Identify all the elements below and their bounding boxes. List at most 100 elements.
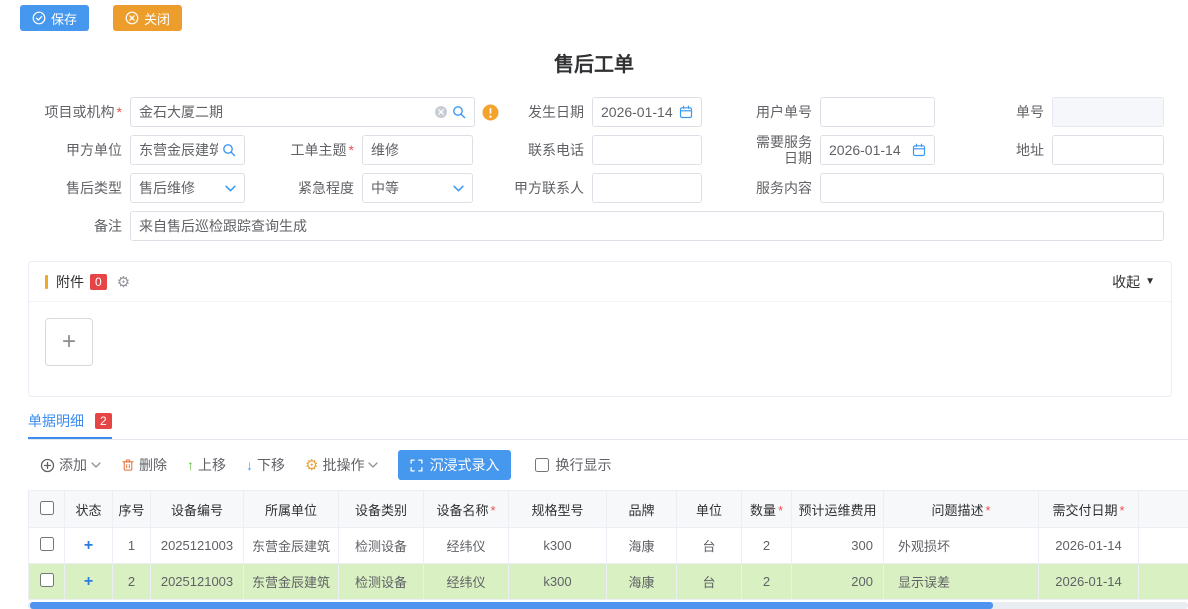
delete-button[interactable]: 删除 [121, 455, 167, 475]
row-checkbox-cell [29, 528, 65, 564]
wrap-display-toggle[interactable]: 换行显示 [535, 455, 611, 475]
remark-label: 备注 [20, 218, 130, 234]
form-row-4: 备注 [20, 211, 1188, 241]
upload-add-button[interactable]: + [45, 318, 93, 366]
add-row-icon[interactable]: + [84, 537, 93, 554]
circle-plus-icon [40, 458, 55, 473]
wrap-display-checkbox[interactable] [535, 458, 549, 472]
horizontal-scrollbar[interactable] [28, 602, 1188, 609]
add-row-icon[interactable]: + [84, 573, 93, 590]
address-label: 地址 [935, 142, 1052, 158]
party-a-contact-input[interactable] [592, 173, 702, 203]
gear-icon: ⚙ [305, 456, 318, 474]
clear-icon[interactable] [434, 105, 448, 119]
table-row-selected[interactable]: + 2 2025121003 东营金辰建筑 检测设备 经纬仪 k300 海康 台… [29, 564, 1188, 600]
row-checkbox[interactable] [40, 573, 54, 587]
detail-count-badge: 2 [95, 413, 112, 429]
service-date-input[interactable] [829, 142, 908, 158]
add-button[interactable]: 添加 [40, 455, 101, 475]
search-icon[interactable] [222, 143, 236, 157]
attachment-panel: 附件 0 ⚙ 收起 ▼ + [28, 261, 1172, 397]
cell-delivery-date: 2026-01-14 [1039, 564, 1139, 600]
cell-device-code: 2025121003 [151, 528, 244, 564]
check-circle-icon [32, 11, 46, 25]
party-a-input[interactable] [139, 142, 218, 158]
cell-unit: 台 [677, 528, 742, 564]
header-device-code: 设备编号 [151, 491, 244, 528]
tab-label: 单据明细 [28, 414, 84, 428]
phone-input[interactable] [592, 135, 702, 165]
calendar-icon[interactable] [912, 143, 926, 157]
remark-input[interactable] [130, 211, 1164, 241]
urgency-select[interactable]: 中等 [362, 173, 473, 203]
party-a-field[interactable] [130, 135, 245, 165]
attachment-body: + [29, 302, 1171, 396]
occur-date-label: 发生日期 [499, 104, 592, 120]
project-input[interactable] [139, 104, 430, 120]
cell-owner-unit: 东营金辰建筑 [244, 564, 339, 600]
detail-tabs: 单据明细 2 [28, 413, 1188, 440]
calendar-icon[interactable] [679, 105, 693, 119]
table-row[interactable]: + 1 2025121003 东营金辰建筑 检测设备 经纬仪 k300 海康 台… [29, 528, 1188, 564]
party-a-contact-label: 甲方联系人 [473, 180, 592, 196]
save-button[interactable]: 保存 [20, 5, 89, 31]
address-input[interactable] [1052, 135, 1164, 165]
form-row-3: 售后类型 售后维修 紧急程度 中等 甲方联系人 服务内容 [20, 173, 1188, 203]
cell-seq: 1 [113, 528, 151, 564]
chevron-down-icon [225, 185, 236, 192]
service-content-input[interactable] [820, 173, 1164, 203]
row-checkbox[interactable] [40, 537, 54, 551]
close-button[interactable]: 关闭 [113, 5, 182, 31]
top-action-bar: 保存 关闭 [0, 0, 1188, 32]
row-checkbox-cell [29, 564, 65, 600]
scrollbar-thumb[interactable] [30, 602, 993, 609]
cell-device-name: 经纬仪 [424, 564, 509, 600]
move-up-button[interactable]: ↑ 上移 [187, 455, 226, 475]
cell-owner-unit: 东营金辰建筑 [244, 528, 339, 564]
occur-date-field[interactable] [592, 97, 702, 127]
detail-toolbar: 添加 删除 ↑ 上移 ↓ 下移 ⚙ 批操作 沉浸式录入 换行显示 [28, 450, 1188, 480]
service-date-field[interactable] [820, 135, 935, 165]
aftersale-type-select[interactable]: 售后维修 [130, 173, 245, 203]
user-order-no-input[interactable] [820, 97, 935, 127]
gear-icon[interactable]: ⚙ [117, 273, 130, 291]
row-status-cell: + [65, 564, 113, 600]
attachment-title: 附件 [56, 272, 84, 292]
cell-brand: 海康 [607, 564, 677, 600]
search-icon[interactable] [452, 105, 466, 119]
header-delivery-date: 需交付日期* [1039, 491, 1139, 528]
urgency-label: 紧急程度 [245, 180, 362, 196]
cell-problem: 外观损坏 [884, 528, 1039, 564]
page-title: 售后工单 [0, 48, 1188, 77]
project-field[interactable] [130, 97, 475, 127]
urgency-value: 中等 [371, 178, 449, 198]
close-button-label: 关闭 [144, 9, 170, 28]
wrap-display-label: 换行显示 [555, 455, 611, 475]
arrow-down-icon: ↓ [246, 457, 253, 473]
form-row-2: 甲方单位 工单主题* 联系电话 需要服务日期 地址 [20, 135, 1188, 165]
move-down-button[interactable]: ↓ 下移 [246, 455, 285, 475]
collapse-toggle[interactable]: 收起 ▼ [1112, 272, 1155, 292]
header-qty: 数量* [742, 491, 792, 528]
info-icon[interactable] [482, 104, 499, 121]
x-circle-icon [125, 11, 139, 25]
batch-operations-button[interactable]: ⚙ 批操作 [305, 455, 378, 475]
cell-delivery-date: 2026-01-14 [1039, 528, 1139, 564]
select-all-checkbox[interactable] [40, 501, 54, 515]
row-status-cell: + [65, 528, 113, 564]
aftersale-type-label: 售后类型 [20, 180, 130, 196]
service-date-label: 需要服务日期 [702, 134, 820, 166]
tab-document-detail[interactable]: 单据明细 2 [28, 413, 112, 439]
cell-est-cost: 200 [792, 564, 884, 600]
subject-input[interactable] [362, 135, 473, 165]
work-order-form: 项目或机构* 发生日期 用户单号 单号 甲方单位 工单主题* 联系电话 需要服务… [0, 97, 1188, 241]
header-spec-model: 规格型号 [509, 491, 607, 528]
cell-qty: 2 [742, 564, 792, 600]
occur-date-input[interactable] [601, 104, 675, 120]
immersive-entry-button[interactable]: 沉浸式录入 [398, 450, 511, 480]
section-marker [45, 275, 48, 289]
header-problem: 问题描述* [884, 491, 1039, 528]
header-device-name: 设备名称* [424, 491, 509, 528]
cell-row-action [1139, 528, 1188, 564]
header-unit: 单位 [677, 491, 742, 528]
